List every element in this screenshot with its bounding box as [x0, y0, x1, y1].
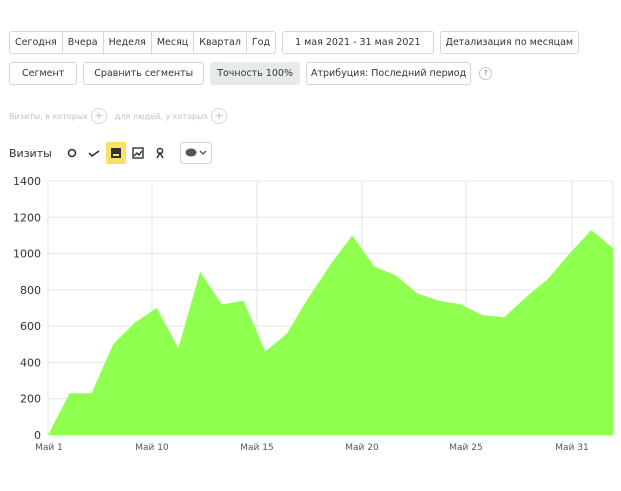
stacked-chart-icon[interactable] [128, 142, 148, 164]
filter-row: Визиты, в которых + для людей, у которых… [9, 108, 235, 124]
period-week[interactable]: Неделя [104, 32, 152, 53]
chart-toolbar: Визиты [9, 142, 212, 164]
y-tick-label: 200 [20, 393, 41, 406]
x-tick-label: Май 10 [135, 443, 169, 453]
comments-button[interactable] [179, 142, 212, 164]
period-yesterday[interactable]: Вчера [63, 32, 104, 53]
period-year[interactable]: Год [247, 32, 275, 53]
filter-people-label: для людей, у которых [114, 111, 209, 121]
line-chart-icon[interactable] [62, 142, 82, 164]
y-tick-label: 0 [34, 429, 41, 442]
period-quarter[interactable]: Квартал [194, 32, 247, 53]
period-today[interactable]: Сегодня [10, 32, 63, 53]
visits-area-series [48, 230, 613, 435]
area-chart-icon[interactable] [105, 142, 126, 164]
chevron-down-icon [199, 150, 207, 155]
detail-selector[interactable]: Детализация по месяцам [439, 31, 580, 54]
help-icon[interactable]: ? [479, 67, 493, 80]
trend-chart-icon[interactable] [84, 142, 104, 164]
segment-button[interactable]: Сегмент [9, 62, 78, 85]
y-tick-label: 1000 [13, 248, 41, 261]
filter-people[interactable]: для людей, у которых + [114, 108, 228, 124]
x-tick-label: Май 1 [35, 443, 63, 453]
add-visits-filter-icon[interactable]: + [90, 108, 107, 124]
attribution-button[interactable]: Атрибуция: Последний период [305, 62, 472, 85]
person-icon[interactable] [150, 142, 170, 164]
y-tick-label: 400 [20, 356, 41, 369]
y-tick-label: 600 [20, 320, 41, 333]
y-tick-label: 800 [20, 284, 41, 297]
comment-icon [185, 148, 197, 157]
x-tick-label: Май 31 [555, 443, 588, 453]
period-month[interactable]: Месяц [152, 32, 195, 53]
x-tick-label: Май 25 [449, 443, 482, 453]
period-row: Сегодня Вчера Неделя Месяц Квартал Год 1… [9, 31, 585, 54]
filter-visits[interactable]: Визиты, в которых + [9, 108, 107, 124]
compare-segments-button[interactable]: Сравнить сегменты [83, 62, 205, 85]
y-tick-label: 1200 [13, 211, 41, 224]
add-people-filter-icon[interactable]: + [211, 108, 228, 124]
x-tick-label: Май 15 [240, 443, 273, 453]
filter-visits-label: Визиты, в которых [9, 111, 88, 121]
metric-label: Визиты [9, 146, 52, 160]
date-range-picker[interactable]: 1 мая 2021 - 31 мая 2021 [282, 31, 434, 54]
y-tick-label: 1400 [13, 175, 41, 188]
x-tick-label: Май 20 [345, 443, 379, 453]
segment-row: Сегмент Сравнить сегменты Точность 100% … [9, 62, 493, 85]
accuracy-button[interactable]: Точность 100% [210, 62, 300, 85]
period-selector: Сегодня Вчера Неделя Месяц Квартал Год [9, 31, 277, 54]
